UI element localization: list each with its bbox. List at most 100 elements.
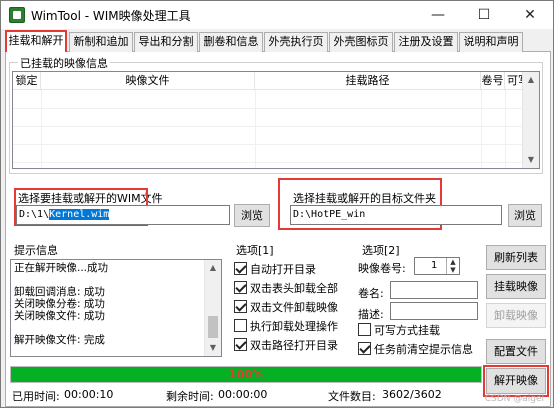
app-icon	[9, 7, 25, 23]
column-image-file[interactable]: 映像文件	[41, 72, 255, 90]
unmount-image-button[interactable]: 卸载映像	[486, 303, 546, 328]
info-line: 正在解开映像...成功	[14, 262, 109, 274]
remaining-value: 00:00:00	[218, 388, 268, 401]
progress-bar: 100%	[10, 366, 482, 383]
desc-label: 描述:	[358, 308, 384, 321]
name-label: 卷名:	[358, 287, 384, 300]
file-count-value: 3602/3602	[382, 388, 442, 401]
option-label: 自动打开目录	[250, 263, 316, 276]
column-lock[interactable]: 锁定	[13, 72, 41, 90]
elapsed-label: 已用时间:	[12, 390, 60, 403]
tab-shell-exec[interactable]: 外壳执行页	[264, 32, 328, 52]
option-clear-info[interactable]: 任务前清空提示信息	[358, 342, 473, 357]
grid-line	[481, 90, 482, 168]
grid-line	[13, 144, 539, 145]
info-line	[14, 322, 218, 334]
grid-line	[13, 108, 539, 109]
checkbox-checked-icon	[358, 342, 371, 355]
name-input[interactable]	[390, 281, 478, 299]
option-auto-open-dir[interactable]: 自动打开目录	[234, 262, 316, 277]
progress-text: 100%	[229, 368, 263, 381]
scroll-down-icon[interactable]: ▼	[523, 152, 539, 168]
option-label: 可写方式挂载	[374, 324, 440, 337]
option-label: 双击文件卸载映像	[250, 301, 338, 314]
tab-register-settings[interactable]: 注册及设置	[394, 32, 458, 52]
tab-shell-icon[interactable]: 外壳图标页	[329, 32, 393, 52]
extract-image-button[interactable]: 解开映像	[486, 368, 546, 394]
option-dblclick-path-open[interactable]: 双击路径打开目录	[234, 338, 338, 353]
info-line	[14, 274, 218, 286]
column-volume[interactable]: 卷号	[481, 72, 505, 90]
checkbox-unchecked-icon	[234, 319, 247, 332]
refresh-list-button[interactable]: 刷新列表	[486, 245, 546, 270]
target-folder-input[interactable]: D:\HotPE_win	[290, 205, 502, 225]
wim-browse-button[interactable]: 浏览	[234, 204, 270, 227]
minimize-button[interactable]: —	[415, 1, 461, 29]
info-textarea[interactable]: 正在解开映像...成功 卸载回调消息: 成功 关闭映像分卷: 成功 关闭映像文件…	[10, 259, 222, 357]
option-run-unmount-ops[interactable]: 执行卸载处理操作	[234, 319, 338, 334]
options2-legend: 选项[2]	[362, 244, 400, 257]
option-dblclick-header-unmount[interactable]: 双击表头卸载全部	[234, 281, 338, 296]
checkbox-checked-icon	[234, 281, 247, 294]
file-count-label: 文件数目:	[328, 390, 376, 403]
list-header: 锁定 映像文件 挂载路径 卷号 可写	[13, 72, 539, 90]
wim-file-selected: Kernel.wim	[49, 209, 110, 220]
tab-create-append[interactable]: 新制和追加	[69, 32, 133, 52]
info-line: 卸载回调消息: 成功	[14, 286, 105, 298]
option-writable-mount[interactable]: 可写方式挂载	[358, 323, 440, 338]
scroll-up-icon[interactable]: ▲	[523, 72, 539, 88]
target-browse-button[interactable]: 浏览	[508, 204, 542, 227]
title-bar: WimTool - WIM映像处理工具 — ☐ ✕	[1, 1, 553, 29]
checkbox-unchecked-icon	[358, 323, 371, 336]
close-button[interactable]: ✕	[507, 1, 553, 29]
app-window: WimTool - WIM映像处理工具 — ☐ ✕ 挂载和解开 新制和追加 导出…	[0, 0, 554, 408]
config-file-button[interactable]: 配置文件	[486, 339, 546, 364]
grid-line	[505, 90, 506, 168]
tab-mount-extract[interactable]: 挂载和解开	[5, 30, 67, 53]
mounted-images-list[interactable]: 锁定 映像文件 挂载路径 卷号 可写 ▲ ▼	[12, 71, 540, 169]
wim-file-path: D:\1\	[19, 209, 50, 220]
remaining-label: 剩余时间:	[166, 390, 214, 403]
spin-arrows-icon[interactable]: ▲ ▼	[446, 258, 459, 274]
tab-export-split[interactable]: 导出和分割	[134, 32, 198, 52]
scroll-up-icon[interactable]: ▲	[205, 260, 221, 276]
info-scrollbar[interactable]: ▲ ▼	[204, 260, 221, 356]
info-legend: 提示信息	[14, 244, 58, 257]
grid-line	[13, 126, 539, 127]
option-label: 任务前清空提示信息	[374, 343, 473, 356]
checkbox-checked-icon	[234, 338, 247, 351]
tab-delete-info[interactable]: 删卷和信息	[199, 32, 263, 52]
watermark: CSDN @aigel	[484, 394, 544, 404]
mounted-images-legend: 已挂载的映像信息	[18, 55, 110, 71]
checkbox-checked-icon	[234, 300, 247, 313]
option-label: 执行卸载处理操作	[250, 320, 338, 333]
checkbox-checked-icon	[234, 262, 247, 275]
wim-file-input[interactable]: D:\1\Kernel.wim	[16, 205, 230, 225]
column-mount-path[interactable]: 挂载路径	[255, 72, 481, 90]
option-dblclick-file-unmount[interactable]: 双击文件卸载映像	[234, 300, 338, 315]
volume-spin-input[interactable]: 1 ▲ ▼	[414, 257, 460, 275]
tab-strip: 挂载和解开 新制和追加 导出和分割 删卷和信息 外壳执行页 外壳图标页 注册及设…	[5, 30, 551, 53]
scroll-thumb[interactable]	[208, 316, 218, 338]
elapsed-value: 00:00:10	[64, 388, 114, 401]
options1-legend: 选项[1]	[236, 244, 274, 257]
desc-input[interactable]	[390, 302, 478, 320]
window-title: WimTool - WIM映像处理工具	[31, 9, 191, 23]
info-line: 关闭映像文件: 成功	[14, 310, 105, 322]
volume-value: 1	[431, 260, 438, 271]
info-line: 解开映像文件: 完成	[14, 334, 105, 346]
grid-line	[41, 90, 42, 168]
option-label: 双击表头卸载全部	[250, 282, 338, 295]
tab-help-statement[interactable]: 说明和声明	[459, 32, 523, 52]
option-label: 双击路径打开目录	[250, 339, 338, 352]
scroll-down-icon[interactable]: ▼	[205, 340, 221, 356]
grid-line	[255, 90, 256, 168]
list-scrollbar[interactable]: ▲ ▼	[522, 72, 539, 168]
maximize-button[interactable]: ☐	[461, 1, 507, 29]
mount-image-button[interactable]: 挂载映像	[486, 274, 546, 299]
info-line: 关闭映像分卷: 成功	[14, 298, 105, 310]
mounted-images-group: 已挂载的映像信息 锁定 映像文件 挂载路径 卷号 可写 ▲ ▼	[9, 55, 543, 174]
grid-line	[13, 162, 539, 163]
volume-label: 映像卷号:	[358, 262, 406, 275]
tab-panel: 已挂载的映像信息 锁定 映像文件 挂载路径 卷号 可写 ▲ ▼ 选择要挂载或解开…	[5, 52, 551, 407]
